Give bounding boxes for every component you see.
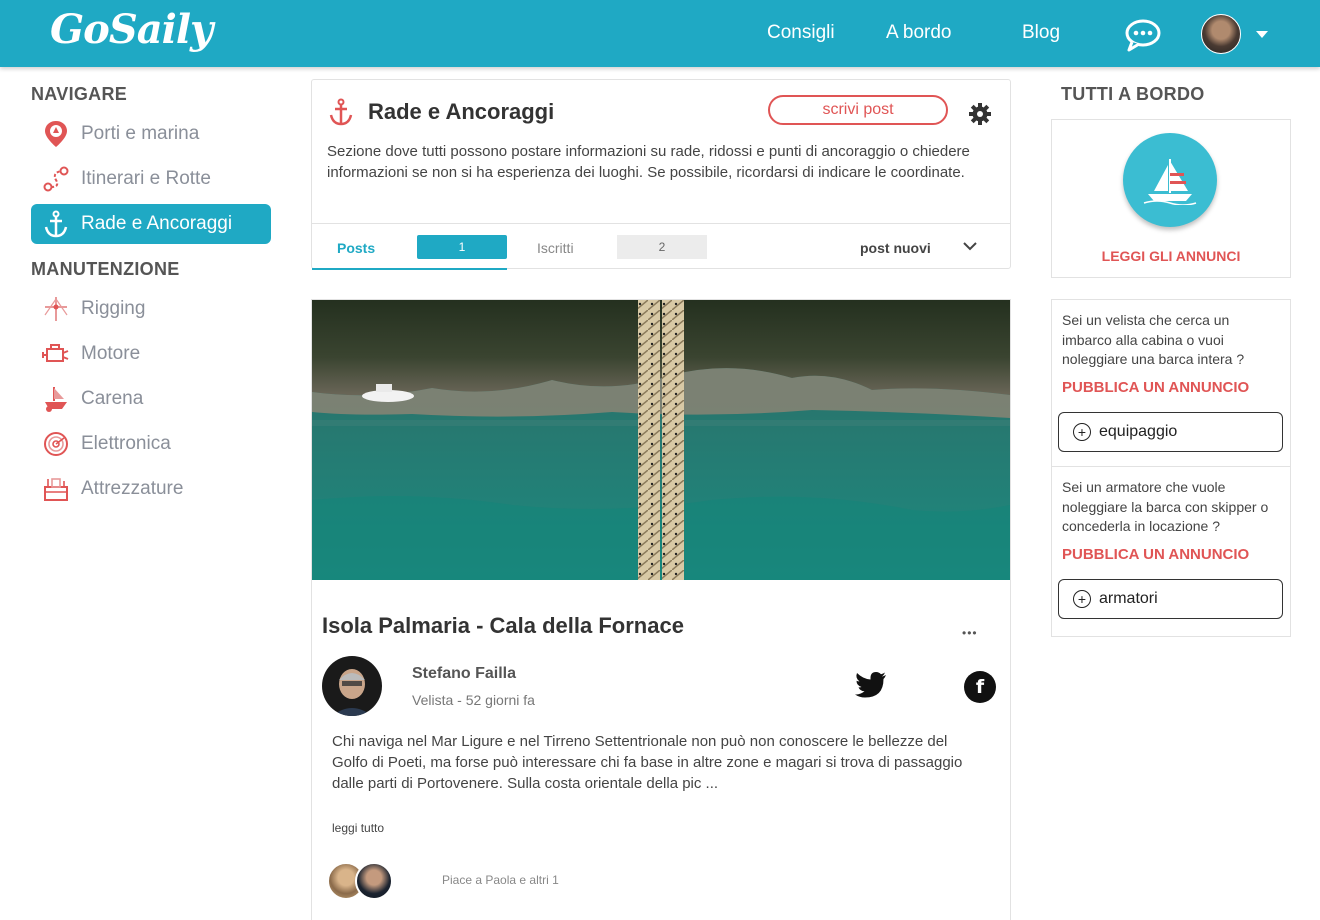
posts-count-badge[interactable]: 1: [417, 235, 507, 259]
author-avatar[interactable]: [322, 656, 382, 716]
gear-icon[interactable]: [968, 102, 992, 131]
crew-button-label: equipaggio: [1099, 423, 1178, 440]
section-heading-navigare: NAVIGARE: [31, 84, 128, 104]
sidebar-item-label: Motore: [81, 343, 141, 364]
forum-description: Sezione dove tutti possono postare infor…: [327, 143, 970, 181]
chat-icon[interactable]: [1124, 18, 1164, 52]
sidebar-item-label: Rigging: [81, 298, 146, 319]
rigging-icon: [31, 295, 81, 323]
plus-circle-icon: +: [1073, 423, 1091, 441]
members-count-badge[interactable]: 2: [617, 235, 707, 259]
sidebar-item-elettronica[interactable]: Elettronica: [31, 424, 271, 464]
sailboat-icon[interactable]: [1123, 133, 1217, 227]
owners-button-label: armatori: [1099, 590, 1158, 607]
sidebar-item-motore[interactable]: Motore: [31, 334, 271, 374]
post-card: Isola Palmaria - Cala della Fornace ••• …: [311, 299, 1011, 920]
crew-button[interactable]: + equipaggio: [1058, 412, 1283, 452]
sidebar-item-label: Rade e Ancoraggi: [81, 213, 233, 234]
engine-icon: [31, 341, 81, 367]
sidebar-item-carena[interactable]: Carena: [31, 379, 271, 419]
owners-button[interactable]: + armatori: [1058, 579, 1283, 619]
twitter-icon[interactable]: [855, 672, 887, 703]
user-avatar[interactable]: [1201, 14, 1241, 54]
nav-consigli[interactable]: Consigli: [767, 22, 835, 44]
author-name[interactable]: Stefano Failla: [412, 665, 516, 683]
plus-circle-icon: +: [1073, 590, 1091, 608]
sidebar-item-label: Porti e marina: [81, 123, 200, 144]
liker-avatar[interactable]: [355, 862, 393, 900]
read-ads-link[interactable]: LEGGI GLI ANNUNCI: [1052, 248, 1290, 264]
electronics-icon: [31, 430, 81, 458]
sidebar-item-label: Attrezzature: [81, 478, 184, 499]
sort-dropdown[interactable]: post nuovi: [860, 240, 931, 256]
forum-header-card: Rade e Ancoraggi scrivi post Sezione dov…: [311, 79, 1011, 270]
hull-icon: [31, 385, 81, 413]
chevron-down-icon[interactable]: [962, 239, 978, 258]
top-navbar: GoSaily Consigli A bordo Blog: [0, 0, 1320, 67]
sidebar-item-label: Carena: [81, 388, 144, 409]
tab-iscritti[interactable]: Iscritti: [537, 240, 574, 256]
write-post-button[interactable]: scrivi post: [768, 95, 948, 125]
sidebar-item-label: Elettronica: [81, 433, 171, 454]
chevron-down-icon[interactable]: [1256, 31, 1268, 38]
section-heading-tutti-a-bordo: TUTTI A BORDO: [1061, 84, 1205, 104]
more-options-icon[interactable]: •••: [962, 626, 978, 640]
ads-box: LEGGI GLI ANNUNCI: [1051, 119, 1291, 278]
page-title: Rade e Ancoraggi: [368, 99, 555, 124]
forum-tabs: Posts 1 Iscritti 2 post nuovi: [312, 223, 1010, 270]
read-more-link[interactable]: leggi tutto: [332, 821, 384, 835]
publish-box: Sei un velista che cerca un imbarco alla…: [1051, 299, 1291, 637]
active-tab-indicator: [312, 268, 507, 270]
anchor-icon: [328, 98, 354, 131]
section-heading-manutenzione: MANUTENZIONE: [31, 259, 180, 279]
anchor-icon: [31, 210, 81, 238]
publish-ad-link[interactable]: PUBBLICA UN ANNUNCIO: [1062, 379, 1249, 396]
sidebar-item-itinerari[interactable]: Itinerari e Rotte: [31, 159, 271, 199]
crew-prompt-text: Sei un velista che cerca un imbarco alla…: [1062, 312, 1245, 367]
likes-text[interactable]: Piace a Paola e altri 1: [442, 873, 559, 887]
sidebar-item-rade[interactable]: Rade e Ancoraggi: [31, 204, 271, 244]
sidebar-item-rigging[interactable]: Rigging: [31, 289, 271, 329]
equipment-icon: [31, 475, 81, 503]
publish-ad-link[interactable]: PUBBLICA UN ANNUNCIO: [1062, 546, 1249, 563]
route-icon: [31, 165, 81, 193]
author-meta: Velista - 52 giorni fa: [412, 692, 535, 708]
sidebar-item-attrezzature[interactable]: Attrezzature: [31, 469, 271, 509]
post-image[interactable]: [312, 300, 1010, 580]
map-pin-icon: [31, 120, 81, 148]
post-excerpt: Chi naviga nel Mar Ligure e nel Tirreno …: [332, 733, 963, 792]
facebook-icon[interactable]: f: [964, 671, 996, 703]
nav-a-bordo[interactable]: A bordo: [886, 22, 952, 44]
divider: [1052, 466, 1290, 467]
post-title[interactable]: Isola Palmaria - Cala della Fornace: [322, 613, 684, 639]
nav-blog[interactable]: Blog: [1022, 22, 1060, 44]
tab-posts[interactable]: Posts: [337, 240, 375, 256]
logo[interactable]: GoSaily: [50, 6, 213, 53]
sidebar-item-label: Itinerari e Rotte: [81, 168, 211, 189]
sidebar-item-porti[interactable]: Porti e marina: [31, 114, 271, 154]
owner-prompt-text: Sei un armatore che vuole noleggiare la …: [1062, 479, 1269, 534]
